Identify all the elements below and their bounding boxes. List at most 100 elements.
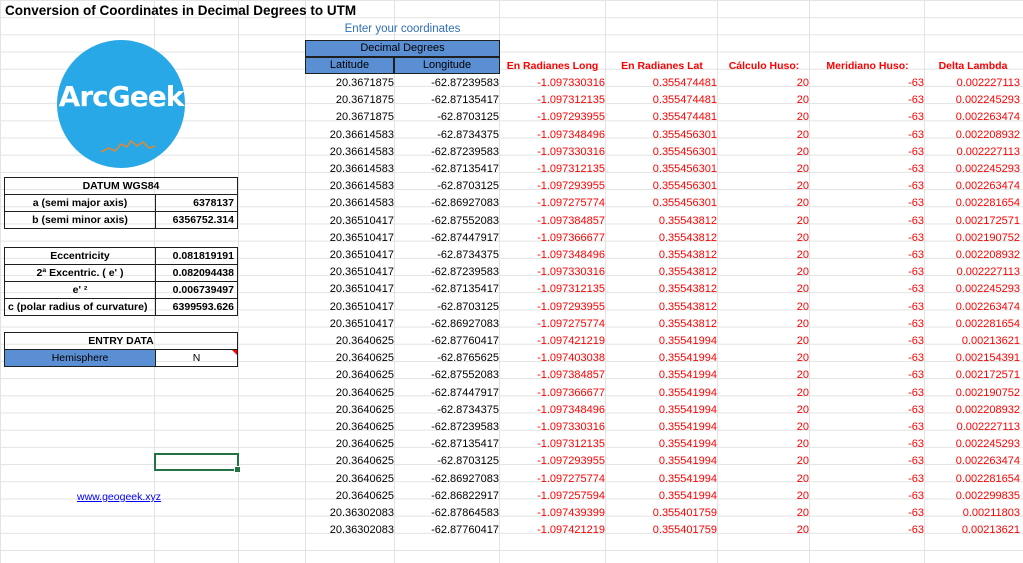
- delta-lambda-cell[interactable]: 0.002172571: [924, 367, 1020, 384]
- latitude-cell[interactable]: 20.36302083: [305, 522, 394, 539]
- rad-long-cell[interactable]: -1.097421219: [499, 333, 605, 350]
- delta-lambda-cell[interactable]: 0.002263474: [924, 453, 1020, 470]
- rad-long-cell[interactable]: -1.097275774: [499, 195, 605, 212]
- latitude-cell[interactable]: 20.3640625: [305, 488, 394, 505]
- longitude-cell[interactable]: -62.87135417: [394, 92, 499, 109]
- param-value[interactable]: 6399593.626: [155, 298, 238, 316]
- meridiano-cell[interactable]: -63: [809, 247, 924, 264]
- rad-long-cell[interactable]: -1.097275774: [499, 471, 605, 488]
- rad-lat-header[interactable]: En Radianes Lat: [606, 58, 718, 74]
- meridiano-cell[interactable]: -63: [809, 436, 924, 453]
- meridiano-cell[interactable]: -63: [809, 350, 924, 367]
- rad-lat-cell[interactable]: 0.355401759: [605, 505, 717, 522]
- decimal-degrees-header[interactable]: Decimal Degrees: [305, 40, 500, 57]
- latitude-cell[interactable]: 20.36510417: [305, 281, 394, 298]
- latitude-cell[interactable]: 20.3640625: [305, 367, 394, 384]
- delta-lambda-cell[interactable]: 0.002281654: [924, 471, 1020, 488]
- huso-cell[interactable]: 20: [717, 385, 809, 402]
- rad-lat-cell[interactable]: 0.35541994: [605, 350, 717, 367]
- longitude-cell[interactable]: -62.8703125: [394, 453, 499, 470]
- longitude-cell[interactable]: -62.87239583: [394, 75, 499, 92]
- latitude-cell[interactable]: 20.36510417: [305, 299, 394, 316]
- longitude-cell[interactable]: -62.8734375: [394, 127, 499, 144]
- huso-cell[interactable]: 20: [717, 367, 809, 384]
- huso-cell[interactable]: 20: [717, 505, 809, 522]
- meridiano-cell[interactable]: -63: [809, 505, 924, 522]
- delta-lambda-cell[interactable]: 0.002227113: [924, 75, 1020, 92]
- rad-long-cell[interactable]: -1.097293955: [499, 299, 605, 316]
- rad-lat-cell[interactable]: 0.35541994: [605, 402, 717, 419]
- rad-lat-cell[interactable]: 0.355456301: [605, 144, 717, 161]
- delta-lambda-cell[interactable]: 0.002154391: [924, 350, 1020, 367]
- huso-cell[interactable]: 20: [717, 488, 809, 505]
- huso-cell[interactable]: 20: [717, 230, 809, 247]
- huso-cell[interactable]: 20: [717, 109, 809, 126]
- huso-cell[interactable]: 20: [717, 144, 809, 161]
- delta-lambda-cell[interactable]: 0.002227113: [924, 419, 1020, 436]
- meridiano-cell[interactable]: -63: [809, 471, 924, 488]
- rad-long-cell[interactable]: -1.097348496: [499, 127, 605, 144]
- latitude-cell[interactable]: 20.3640625: [305, 333, 394, 350]
- huso-cell[interactable]: 20: [717, 333, 809, 350]
- rad-lat-cell[interactable]: 0.355456301: [605, 178, 717, 195]
- rad-lat-cell[interactable]: 0.355401759: [605, 522, 717, 539]
- rad-long-cell[interactable]: -1.097421219: [499, 522, 605, 539]
- longitude-cell[interactable]: -62.87760417: [394, 333, 499, 350]
- longitude-cell[interactable]: -62.87239583: [394, 144, 499, 161]
- longitude-cell[interactable]: -62.86927083: [394, 471, 499, 488]
- meridiano-cell[interactable]: -63: [809, 453, 924, 470]
- param-label[interactable]: c (polar radius of curvature): [4, 298, 156, 316]
- meridiano-cell[interactable]: -63: [809, 213, 924, 230]
- meridiano-cell[interactable]: -63: [809, 178, 924, 195]
- rad-long-cell[interactable]: -1.097275774: [499, 316, 605, 333]
- delta-lambda-cell[interactable]: 0.002227113: [924, 264, 1020, 281]
- rad-long-cell[interactable]: -1.097366677: [499, 385, 605, 402]
- huso-cell[interactable]: 20: [717, 436, 809, 453]
- huso-cell[interactable]: 20: [717, 75, 809, 92]
- hemisphere-label[interactable]: Hemisphere: [4, 349, 156, 367]
- rad-long-header[interactable]: En Radianes Long: [500, 58, 605, 74]
- longitude-cell[interactable]: -62.87239583: [394, 264, 499, 281]
- rad-long-cell[interactable]: -1.097257594: [499, 488, 605, 505]
- rad-lat-cell[interactable]: 0.35543812: [605, 299, 717, 316]
- rad-long-cell[interactable]: -1.097439399: [499, 505, 605, 522]
- rad-long-cell[interactable]: -1.097348496: [499, 402, 605, 419]
- longitude-cell[interactable]: -62.87552083: [394, 213, 499, 230]
- latitude-cell[interactable]: 20.36614583: [305, 127, 394, 144]
- rad-lat-cell[interactable]: 0.35541994: [605, 436, 717, 453]
- meridiano-cell[interactable]: -63: [809, 402, 924, 419]
- huso-cell[interactable]: 20: [717, 247, 809, 264]
- rad-long-cell[interactable]: -1.097293955: [499, 178, 605, 195]
- latitude-cell[interactable]: 20.3640625: [305, 419, 394, 436]
- latitude-cell[interactable]: 20.3640625: [305, 436, 394, 453]
- delta-lambda-cell[interactable]: 0.002190752: [924, 230, 1020, 247]
- rad-lat-cell[interactable]: 0.35541994: [605, 367, 717, 384]
- rad-long-cell[interactable]: -1.097312135: [499, 281, 605, 298]
- latitude-cell[interactable]: 20.3671875: [305, 92, 394, 109]
- longitude-cell[interactable]: -62.87760417: [394, 522, 499, 539]
- entry-data-title[interactable]: ENTRY DATA: [4, 332, 238, 350]
- param-value[interactable]: 0.082094438: [155, 264, 238, 282]
- delta-lambda-header[interactable]: Delta Lambda: [925, 58, 1021, 74]
- latitude-cell[interactable]: 20.36510417: [305, 247, 394, 264]
- rad-long-cell[interactable]: -1.097330316: [499, 419, 605, 436]
- datum-label[interactable]: b (semi minor axis): [4, 211, 156, 229]
- meridiano-cell[interactable]: -63: [809, 488, 924, 505]
- meridiano-cell[interactable]: -63: [809, 333, 924, 350]
- rad-lat-cell[interactable]: 0.35543812: [605, 213, 717, 230]
- rad-lat-cell[interactable]: 0.35543812: [605, 281, 717, 298]
- datum-value[interactable]: 6356752.314: [155, 211, 238, 229]
- meridiano-cell[interactable]: -63: [809, 281, 924, 298]
- huso-cell[interactable]: 20: [717, 471, 809, 488]
- latitude-header[interactable]: Latitude: [305, 57, 394, 74]
- datum-value[interactable]: 6378137: [155, 194, 238, 212]
- longitude-cell[interactable]: -62.87135417: [394, 161, 499, 178]
- delta-lambda-cell[interactable]: 0.002281654: [924, 316, 1020, 333]
- rad-long-cell[interactable]: -1.097348496: [499, 247, 605, 264]
- meridiano-cell[interactable]: -63: [809, 316, 924, 333]
- latitude-cell[interactable]: 20.36510417: [305, 264, 394, 281]
- longitude-cell[interactable]: -62.8703125: [394, 178, 499, 195]
- huso-cell[interactable]: 20: [717, 419, 809, 436]
- rad-long-cell[interactable]: -1.097330316: [499, 144, 605, 161]
- meridiano-cell[interactable]: -63: [809, 522, 924, 539]
